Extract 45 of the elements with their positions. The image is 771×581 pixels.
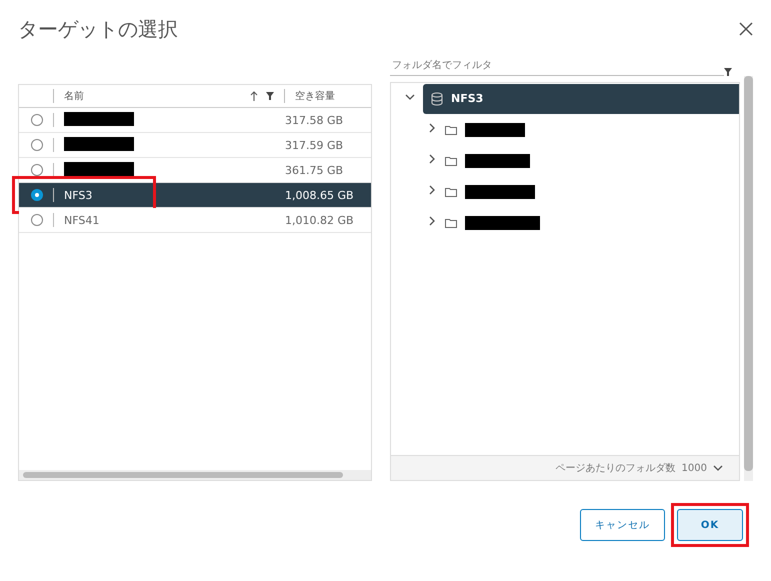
page-size-select[interactable]: 1000 (682, 462, 707, 474)
ok-button[interactable]: OK (677, 509, 743, 541)
close-icon[interactable] (739, 22, 753, 36)
table-cell: NFS3 (64, 188, 92, 202)
chevron-down-icon[interactable] (713, 463, 723, 473)
scrollbar[interactable] (744, 76, 753, 481)
filter-icon[interactable] (724, 68, 732, 76)
table-row[interactable]: NFS3 1,008.65 GB (19, 183, 371, 208)
radio-button[interactable] (31, 139, 43, 151)
radio-button[interactable] (31, 114, 43, 126)
redaction-bar (64, 136, 134, 150)
folder-icon (445, 186, 457, 196)
table-cell-text: 1,008.65 GB (285, 188, 355, 202)
dialog-title: ターゲットの選択 (18, 16, 178, 42)
redaction-bar (465, 184, 535, 198)
chevron-right-icon[interactable] (427, 123, 437, 133)
page-size-label: ページあたりのフォルダ数 (556, 462, 676, 475)
redaction-bar (64, 162, 134, 176)
table-cell: NFS41 (64, 214, 100, 226)
table-cell-text: 1,010.82 GB (285, 214, 355, 226)
table-cell-text: 317.59 GB (285, 138, 344, 152)
column-header[interactable]: 名前 (64, 89, 250, 103)
column-header[interactable]: 空き容量 (295, 89, 371, 103)
sort-up-arrow-icon[interactable] (250, 91, 258, 101)
table-cell-text: 361.75 GB (285, 164, 344, 176)
table-row[interactable]: NFS41 1,010.82 GB (19, 208, 371, 233)
tree-item[interactable]: NFS3 (423, 84, 739, 114)
radio-button[interactable] (31, 164, 43, 176)
table-cell-text: 317.58 GB (285, 114, 344, 126)
redaction-bar (64, 112, 134, 126)
filter-icon[interactable] (266, 92, 274, 100)
folder-icon (445, 156, 457, 166)
redaction-bar (465, 154, 530, 168)
radio-button[interactable] (31, 214, 43, 226)
folder-icon (445, 124, 457, 134)
folder-icon (445, 218, 457, 228)
chevron-down-icon[interactable] (405, 92, 415, 102)
chevron-right-icon[interactable] (427, 154, 437, 164)
database-icon (431, 92, 443, 106)
cancel-button[interactable]: キャンセル (580, 509, 665, 541)
scrollbar[interactable] (19, 470, 371, 480)
radio-button[interactable] (31, 189, 43, 201)
chevron-right-icon[interactable] (427, 216, 437, 226)
redaction-bar (465, 122, 525, 136)
chevron-right-icon[interactable] (427, 185, 437, 195)
